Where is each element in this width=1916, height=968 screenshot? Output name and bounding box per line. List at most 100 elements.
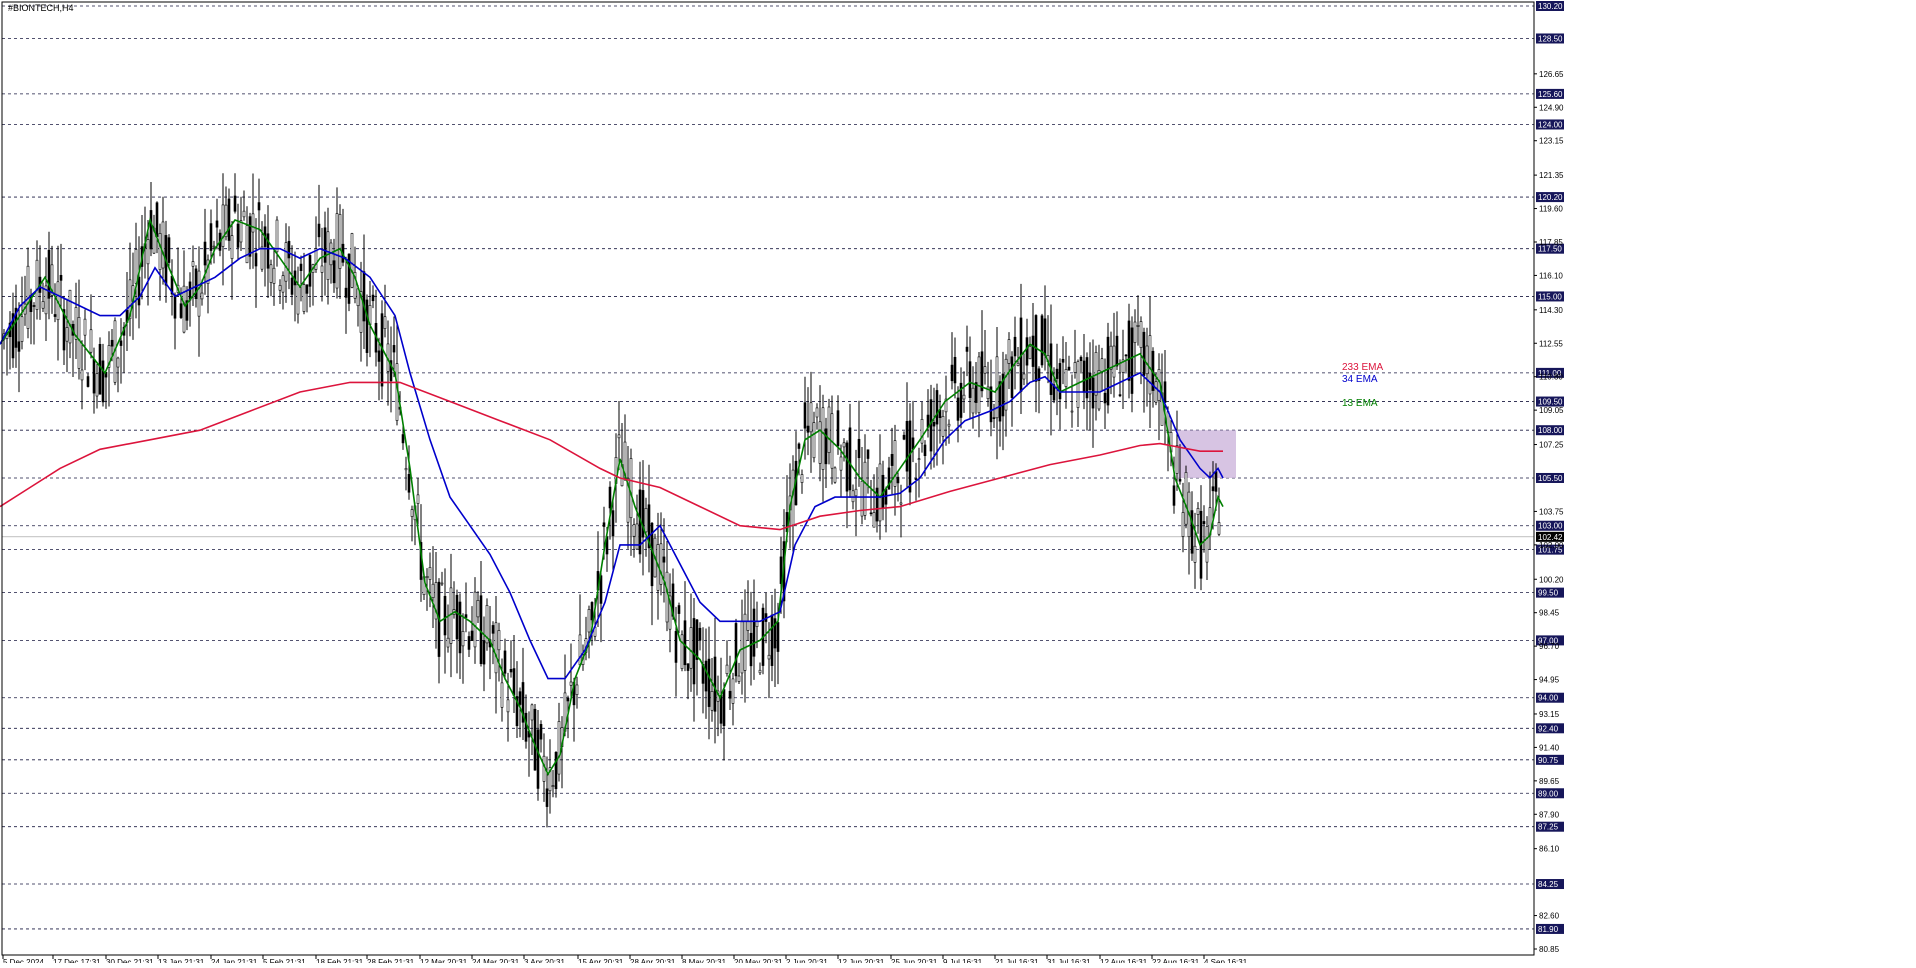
candle-body [212,245,216,248]
candle-body [545,788,549,807]
y-tick-label: 80.85 [1539,945,1560,954]
candle-body [1112,345,1116,378]
candle-body [713,656,717,712]
candle-body [1106,336,1110,406]
candle-body [1181,512,1185,537]
candle-body [1205,526,1209,563]
candle-body [1145,345,1149,375]
candle-body [842,442,846,448]
candle-body [878,463,882,522]
level-label: 94.00 [1538,694,1559,703]
x-tick-label: 24 Mar 20:31 [472,958,520,963]
candle-body [509,668,513,673]
x-tick-label: 3 Apr 20:31 [524,958,565,963]
candle-body [149,210,153,250]
y-tick-label: 98.45 [1539,609,1560,618]
candle-body [20,316,24,342]
candle-body [179,303,183,318]
candle-body [710,691,714,711]
candle-body [1082,360,1086,393]
candle-body [377,350,381,362]
candle-body [1124,354,1128,357]
candle-body [80,369,84,381]
x-tick-label: 21 Jul 16:31 [995,958,1039,963]
candle-body [665,571,669,623]
candle-body [923,444,927,457]
candle-body [167,237,171,263]
candle-body [1097,370,1101,410]
candle-body [506,699,510,713]
candle-body [1142,331,1146,376]
candle-body [731,678,735,704]
candle-body [464,614,468,618]
candle-body [950,364,954,382]
candle-body [1115,335,1119,367]
candle-body [899,502,903,505]
candle-body [806,425,810,433]
level-label: 108.00 [1538,426,1563,435]
candle-body [1040,315,1044,366]
candle-body [281,275,285,293]
y-tick-label: 126.65 [1539,70,1564,79]
candle-body [1130,327,1134,394]
candle-body [827,406,831,453]
candle-body [821,407,825,470]
candle-body [863,461,867,516]
candle-body [401,434,405,444]
candle-body [818,421,822,464]
candle-body [305,284,309,294]
candle-body [332,260,336,284]
candle-body [479,595,483,664]
candle-body [302,284,306,312]
candle-body [536,729,540,789]
candle-body [146,239,150,265]
candle-body [998,381,1002,422]
level-label: 128.50 [1538,34,1563,43]
candle-body [965,346,969,352]
candle-body [617,434,621,439]
candle-body [722,689,726,726]
candle-body [470,630,474,642]
candle-body [1202,521,1206,525]
legend-item: 13 EMA [1342,398,1378,409]
price-chart[interactable]: 130.20128.50125.60124.00120.20117.50115.… [0,0,1916,967]
candle-body [578,634,582,666]
candle-body [338,214,342,269]
candle-body [317,223,321,238]
candle-body [1211,486,1215,492]
candle-body [98,344,102,395]
level-label: 99.50 [1538,589,1559,598]
candle-body [719,694,723,724]
candle-body [740,621,744,674]
candle-body [137,276,141,306]
candle-body [587,609,591,633]
candle-body [1109,345,1113,370]
candle-body [89,329,93,353]
candle-body [770,614,774,666]
candle-body [362,271,366,322]
candle-body [260,246,264,270]
candle-body [692,618,696,685]
candle-body [416,494,420,504]
candle-body [908,420,912,493]
candle-body [239,220,243,243]
candle-body [1154,381,1158,403]
candle-body [1118,394,1122,397]
candle-body [233,195,237,212]
candle-body [980,351,984,392]
y-tick-label: 119.60 [1539,205,1563,214]
candle-body [752,608,756,657]
candle-body [566,697,570,702]
candle-body [1088,372,1092,390]
candle-body [608,486,612,509]
candle-body [1178,479,1182,482]
candle-body [968,361,972,398]
candle-body [1031,335,1035,367]
candle-body [947,423,951,427]
candle-body [296,284,300,315]
candle-body [455,594,459,640]
candle-body [344,287,348,298]
candle-body [1070,410,1074,413]
candle-body [956,397,960,421]
candle-body [428,567,432,580]
